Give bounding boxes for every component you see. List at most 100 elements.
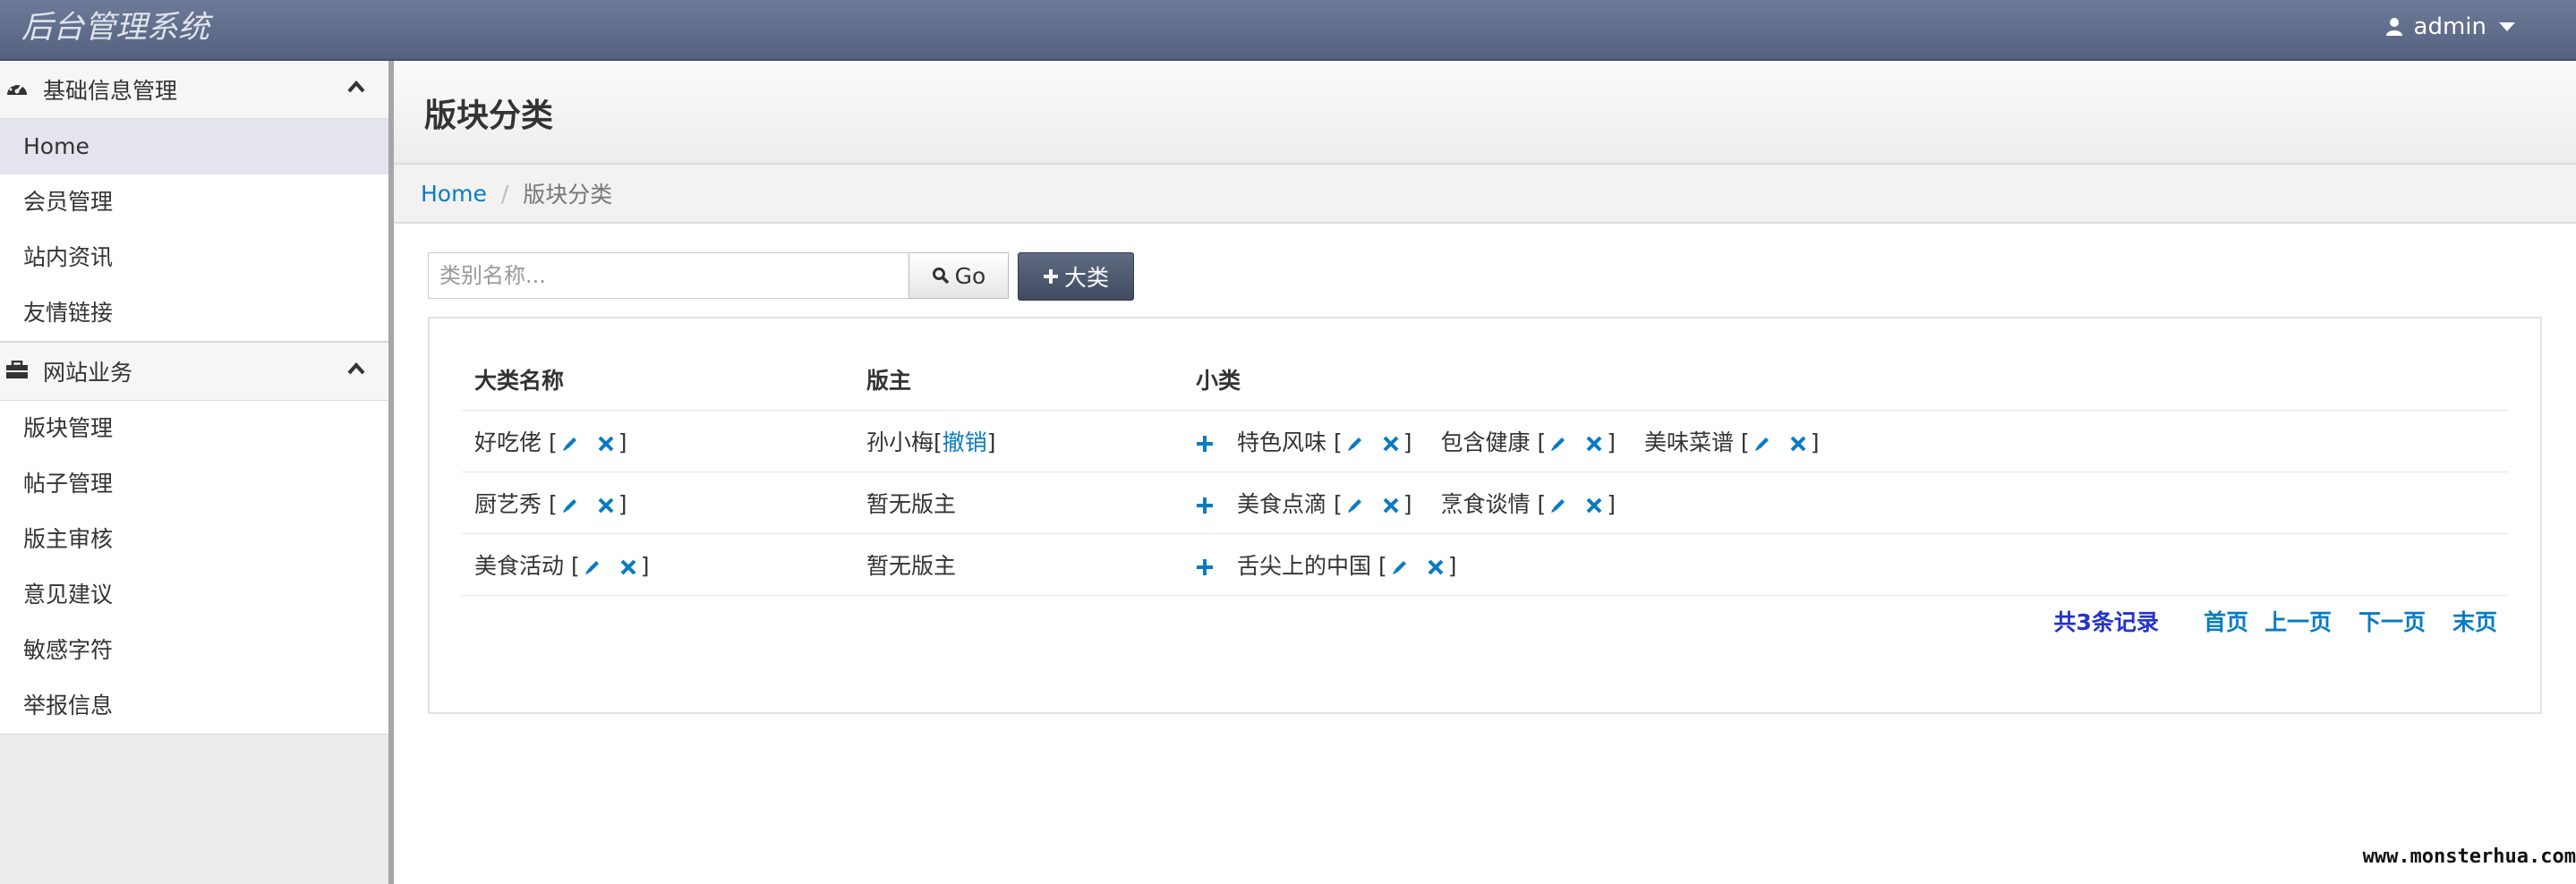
prev-page-link[interactable]: 上一页 — [2265, 605, 2332, 637]
top-navbar: 后台管理系统 admin — [0, 0, 2576, 61]
delete-icon[interactable] — [619, 556, 637, 582]
moderator-name: 孙小梅 — [866, 429, 934, 455]
sidebar-item-boards[interactable]: 版块管理 — [0, 401, 388, 456]
edit-icon[interactable] — [1549, 494, 1567, 520]
edit-icon[interactable] — [1549, 432, 1567, 458]
category-cell: 厨艺秀 [] — [462, 472, 854, 534]
table-row: 厨艺秀 [] 暂无版主 美食点滴 [] 烹食谈情 [] — [462, 472, 2508, 534]
sidebar-section-business[interactable]: 网站业务 — [0, 342, 388, 401]
sidebar: 基础信息管理 Home 会员管理 站内资讯 友情链接 网站业务 版块管理 帖子管… — [0, 61, 394, 884]
category-panel: 大类名称 版主 小类 好吃佬 [] 孙小梅[撤销] 特色风味 [] 包含健康 [] 美味… — [428, 317, 2542, 714]
edit-icon[interactable] — [1753, 432, 1771, 458]
breadcrumb-current: 版块分类 — [523, 182, 613, 208]
sidebar-item-members[interactable]: 会员管理 — [0, 174, 388, 230]
edit-icon[interactable] — [1346, 432, 1364, 458]
subcategory-item: 舌尖上的中国 [] — [1237, 553, 1456, 579]
moderator-cell: 暂无版主 — [854, 533, 1183, 596]
sidebar-item-feedback[interactable]: 意见建议 — [0, 567, 388, 623]
search-icon — [932, 268, 949, 285]
category-name: 好吃佬 — [474, 429, 542, 455]
user-menu[interactable]: admin — [2385, 7, 2526, 47]
category-search-input[interactable] — [428, 252, 908, 299]
edit-icon[interactable] — [561, 432, 579, 458]
sidebar-item-posts[interactable]: 帖子管理 — [0, 456, 388, 512]
first-page-link[interactable]: 首页 — [2204, 605, 2248, 637]
user-icon — [2385, 18, 2402, 36]
delete-icon[interactable] — [1585, 494, 1603, 520]
category-name: 美食活动 — [474, 552, 565, 579]
delete-icon[interactable] — [1585, 432, 1603, 458]
next-page-link[interactable]: 下一页 — [2358, 605, 2426, 637]
category-cell: 好吃佬 [] — [462, 410, 854, 472]
subcategory-cell: 美食点滴 [] 烹食谈情 [] — [1183, 472, 2508, 534]
add-category-button[interactable]: 大类 — [1018, 252, 1134, 301]
subcategory-cell: 舌尖上的中国 [] — [1183, 533, 2508, 596]
add-subcategory-icon[interactable] — [1196, 556, 1214, 582]
subcategory-item: 烹食谈情 [] — [1440, 491, 1615, 517]
sidebar-item-links[interactable]: 友情链接 — [0, 285, 388, 341]
sidebar-item-sensitive-words[interactable]: 敏感字符 — [0, 623, 388, 678]
last-page-link[interactable]: 末页 — [2452, 605, 2497, 637]
table-body: 好吃佬 [] 孙小梅[撤销] 特色风味 [] 包含健康 [] 美味菜谱 [] 厨艺秀 []… — [462, 410, 2508, 596]
sidebar-item-home[interactable]: Home — [0, 119, 388, 174]
column-header-category: 大类名称 — [474, 368, 565, 394]
sidebar-list-business: 版块管理 帖子管理 版主审核 意见建议 敏感字符 举报信息 — [0, 401, 388, 735]
table-header-row: 大类名称 版主 小类 — [462, 349, 2508, 411]
subcategory-item: 包含健康 [] — [1440, 429, 1615, 455]
delete-icon[interactable] — [597, 432, 615, 458]
pagination: 共3条记录 首页 上一页 下一页 末页 — [2054, 605, 2497, 637]
category-name: 厨艺秀 — [474, 490, 542, 517]
subcategory-item: 特色风味 [] — [1237, 429, 1412, 455]
edit-icon[interactable] — [584, 556, 601, 582]
delete-icon[interactable] — [1427, 556, 1445, 582]
category-cell: 美食活动 [] — [462, 533, 854, 596]
subcategory-name: 美食点滴 — [1237, 490, 1327, 517]
briefcase-icon — [6, 361, 28, 378]
column-header-moderator: 版主 — [866, 368, 912, 394]
moderator-name: 暂无版主 — [866, 553, 957, 579]
sidebar-section-basic[interactable]: 基础信息管理 — [0, 61, 388, 119]
subcategory-name: 美味菜谱 — [1643, 429, 1734, 455]
sidebar-list-basic: Home 会员管理 站内资讯 友情链接 — [0, 119, 388, 342]
go-label: Go — [954, 262, 986, 289]
delete-icon[interactable] — [1382, 432, 1400, 458]
moderator-name: 暂无版主 — [866, 491, 957, 517]
edit-icon[interactable] — [1391, 556, 1409, 582]
edit-icon[interactable] — [1346, 494, 1364, 520]
add-subcategory-icon[interactable] — [1196, 432, 1214, 458]
chevron-up-icon — [347, 362, 365, 375]
subcategory-name: 舌尖上的中国 — [1237, 552, 1372, 579]
moderator-cell: 孙小梅[撤销] — [854, 410, 1183, 472]
delete-icon[interactable] — [1789, 432, 1807, 458]
delete-icon[interactable] — [1382, 494, 1400, 520]
subcategory-name: 特色风味 — [1237, 429, 1327, 455]
page-title: 版块分类 — [424, 98, 554, 134]
chevron-up-icon — [347, 81, 365, 93]
subcategory-cell: 特色风味 [] 包含健康 [] 美味菜谱 [] — [1183, 410, 2508, 472]
moderator-cell: 暂无版主 — [854, 472, 1183, 534]
sidebar-item-moderator-review[interactable]: 版主审核 — [0, 512, 388, 567]
sidebar-item-reports[interactable]: 举报信息 — [0, 678, 388, 734]
record-count: 共3条记录 — [2053, 609, 2159, 635]
delete-icon[interactable] — [597, 494, 615, 520]
plus-icon — [1043, 269, 1058, 284]
subcategory-item: 美食点滴 [] — [1237, 491, 1412, 517]
add-subcategory-icon[interactable] — [1196, 494, 1214, 520]
category-table: 大类名称 版主 小类 好吃佬 [] 孙小梅[撤销] 特色风味 [] 包含健康 [] 美味… — [462, 349, 2508, 596]
subcategory-name: 包含健康 — [1440, 429, 1531, 455]
go-button[interactable]: Go — [908, 252, 1009, 299]
edit-icon[interactable] — [561, 494, 579, 520]
add-category-label: 大类 — [1063, 265, 1109, 291]
app-title: 后台管理系统 — [21, 10, 210, 46]
table-row: 好吃佬 [] 孙小梅[撤销] 特色风味 [] 包含健康 [] 美味菜谱 [] — [462, 410, 2508, 472]
column-header-subcategory: 小类 — [1196, 368, 1241, 394]
breadcrumb-separator: / — [500, 180, 509, 207]
user-name: admin — [2413, 13, 2486, 40]
subcategory-item: 美味菜谱 [] — [1644, 429, 1819, 455]
breadcrumb-home-link[interactable]: Home — [421, 181, 487, 207]
page-header: 版块分类 — [394, 61, 2576, 165]
main-content: 版块分类 Home / 版块分类 Go 大类 大类名称 版主 — [394, 61, 2576, 884]
sidebar-item-news[interactable]: 站内资讯 — [0, 230, 388, 285]
revoke-moderator-link[interactable]: 撤销 — [943, 429, 987, 455]
sidebar-section-label: 基础信息管理 — [43, 78, 178, 104]
